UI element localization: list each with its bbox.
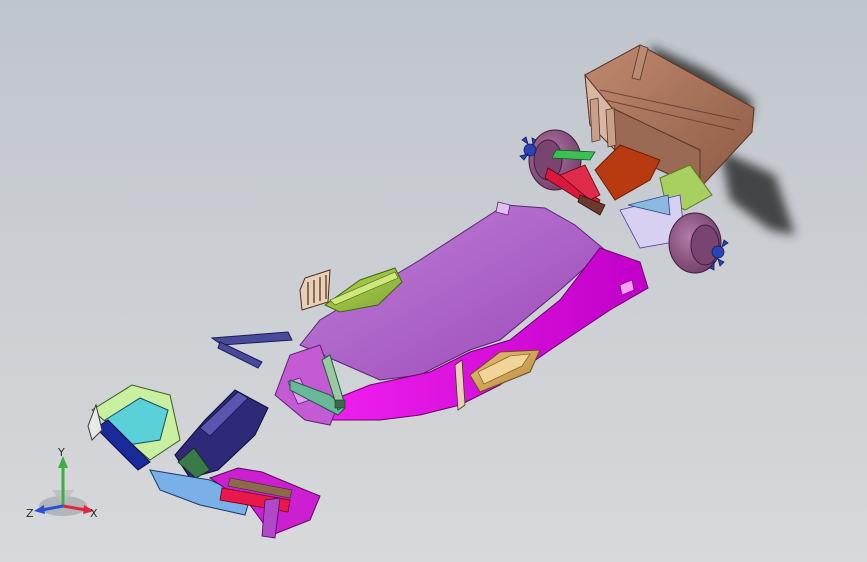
y-axis-label: Y xyxy=(57,446,65,459)
cockpit-parts[interactable] xyxy=(210,331,293,369)
z-axis-label: Z xyxy=(26,507,34,520)
air-intake-fins[interactable] xyxy=(299,269,331,311)
axis-triad[interactable]: Y X Z xyxy=(22,446,112,526)
assembly-scene[interactable] xyxy=(0,0,867,562)
x-axis-label: X xyxy=(90,507,98,520)
nose-cone[interactable] xyxy=(174,389,269,479)
graphics-viewport[interactable]: Y X Z xyxy=(0,0,867,562)
